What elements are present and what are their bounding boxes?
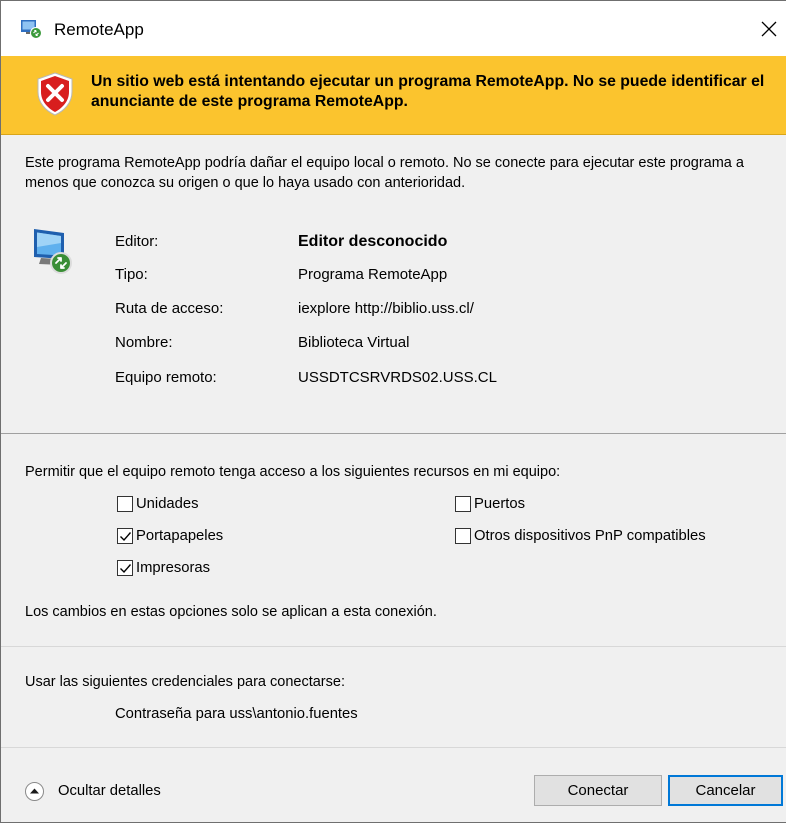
remote-computer-label: Equipo remoto: [115, 369, 217, 386]
connect-button[interactable]: Conectar [534, 775, 662, 806]
credentials-value: Contraseña para uss\antonio.fuentes [115, 706, 358, 722]
warning-text: Este programa RemoteApp podría dañar el … [25, 155, 744, 191]
banner-message: Un sitio web está intentando ejecutar un… [91, 73, 765, 110]
checkbox-box[interactable] [117, 560, 133, 576]
close-button[interactable] [753, 15, 785, 47]
path-value: iexplore http://biblio.uss.cl/ [298, 300, 474, 317]
checkbox-box[interactable] [455, 528, 471, 544]
remoteapp-icon [21, 20, 42, 39]
cancel-button[interactable]: Cancelar [668, 775, 783, 806]
credentials-section: Usar las siguientes credenciales para co… [1, 647, 786, 747]
changes-note: Los cambios en estas opciones solo se ap… [25, 604, 437, 620]
security-warning-banner: Un sitio web está intentando ejecutar un… [1, 56, 786, 135]
checkbox-box[interactable] [117, 528, 133, 544]
drives-checkbox[interactable]: Unidades [117, 494, 199, 514]
permissions-heading: Permitir que el equipo remoto tenga acce… [25, 464, 561, 480]
title-bar: RemoteApp [1, 1, 786, 55]
checkbox-label: Impresoras [136, 560, 211, 576]
hide-details-label: Ocultar detalles [58, 783, 161, 799]
remote-computer-icon [31, 227, 75, 275]
checkbox-box[interactable] [455, 496, 471, 512]
printers-checkbox[interactable]: Impresoras [117, 558, 210, 578]
type-value: Programa RemoteApp [298, 266, 448, 283]
resource-permissions: Permitir que el equipo remoto tenga acce… [1, 434, 786, 646]
path-label: Ruta de acceso: [115, 300, 224, 317]
credentials-heading: Usar las siguientes credenciales para co… [25, 674, 345, 690]
clipboard-checkbox[interactable]: Portapapeles [117, 526, 223, 546]
checkmark-icon [119, 563, 131, 573]
remote-computer-value: USSDTCSRVRDS02.USS.CL [298, 369, 497, 386]
name-label: Nombre: [115, 334, 173, 351]
checkbox-label: Portapapeles [136, 528, 224, 544]
close-icon [760, 20, 778, 43]
editor-label: Editor: [115, 233, 159, 250]
ports-checkbox[interactable]: Puertos [455, 494, 525, 514]
checkbox-label: Unidades [136, 496, 199, 512]
editor-value: Editor desconocido [298, 233, 448, 250]
window-title: RemoteApp [54, 20, 144, 39]
type-label: Tipo: [115, 266, 148, 283]
name-value: Biblioteca Virtual [298, 334, 410, 351]
checkbox-box[interactable] [117, 496, 133, 512]
checkbox-label: Otros dispositivos PnP compatibles [474, 528, 706, 544]
checkbox-label: Puertos [474, 496, 525, 512]
checkmark-icon [119, 531, 131, 541]
publisher-details: Este programa RemoteApp podría dañar el … [1, 135, 786, 433]
security-shield-error-icon [36, 72, 74, 116]
chevron-up-icon[interactable] [25, 781, 44, 801]
dialog-footer: Ocultar detalles Conectar Cancelar [1, 748, 786, 822]
remoteapp-dialog: RemoteApp Un sitio web está intentando e… [0, 0, 786, 823]
hide-details-toggle[interactable]: Ocultar detalles [25, 781, 161, 801]
pnp-devices-checkbox[interactable]: Otros dispositivos PnP compatibles [455, 526, 706, 546]
